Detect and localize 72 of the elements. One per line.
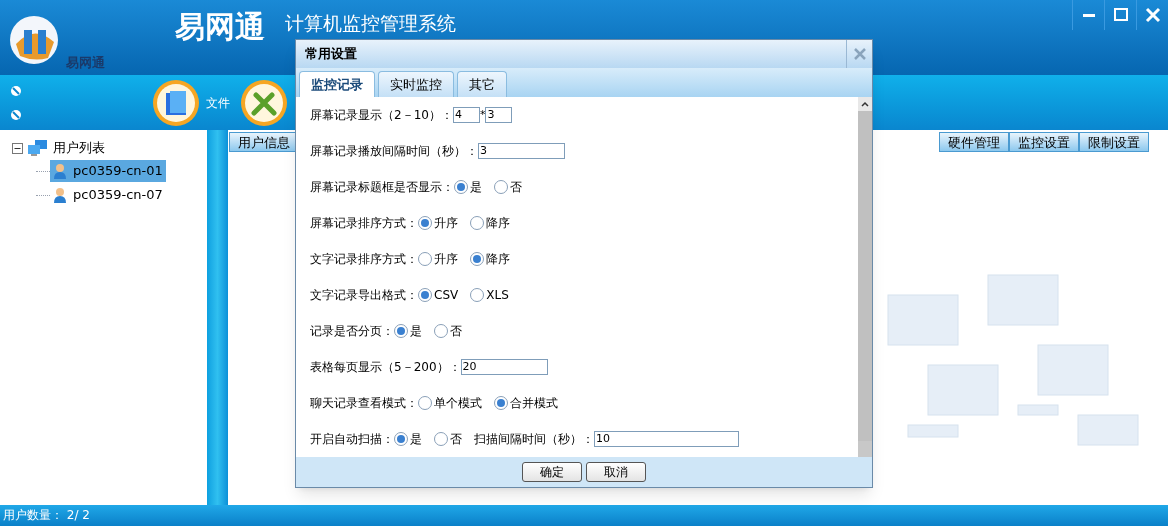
setting-label: 扫描间隔时间（秒）： [474, 431, 594, 448]
option-label: 是 [410, 323, 422, 340]
option-label: 否 [450, 323, 462, 340]
tree-item[interactable]: pc0359-cn-07 [50, 184, 166, 206]
input-field[interactable]: 20 [460, 359, 548, 375]
tab[interactable]: 实时监控 [378, 71, 454, 97]
tab[interactable]: 限制设置 [1079, 132, 1149, 152]
radio-button[interactable] [418, 252, 432, 266]
option-label: 降序 [486, 251, 510, 268]
setting-label: 开启自动扫描： [310, 431, 394, 448]
radio-button[interactable] [418, 288, 432, 302]
user-icon [53, 163, 67, 179]
scroll-up-icon[interactable] [861, 101, 869, 107]
option-label: 否 [510, 179, 522, 196]
setting-label: 记录是否分页： [310, 323, 394, 340]
collapse-toggle[interactable] [12, 142, 23, 154]
status-bar: 用户数量： 2/ 2 [0, 505, 1168, 526]
dialog-button[interactable]: 确定 [522, 462, 582, 482]
radio-button[interactable] [418, 396, 432, 410]
radio-button[interactable] [434, 432, 448, 446]
app-subtitle: 计算机监控管理系统 [285, 14, 456, 33]
option-label: 升序 [434, 215, 458, 232]
input-field[interactable]: 4 [452, 107, 480, 123]
radio-button[interactable] [494, 396, 508, 410]
tab[interactable]: 其它 [457, 71, 507, 97]
radio-button[interactable] [494, 180, 508, 194]
option-label: 升序 [434, 251, 458, 268]
option-label: 合并模式 [510, 395, 558, 412]
option-label: 降序 [486, 215, 510, 232]
radio-button[interactable] [418, 216, 432, 230]
logo-title: 易网通 [175, 12, 265, 42]
times-sign: * [479, 106, 486, 123]
user-icon [53, 187, 67, 203]
setting-label: 屏幕记录播放间隔时间（秒）： [310, 143, 478, 160]
setting-label: 文字记录排序方式： [310, 251, 418, 268]
radio-button[interactable] [454, 180, 468, 194]
option-label: 单个模式 [434, 395, 482, 412]
tree-root-label[interactable]: 用户列表 [53, 138, 105, 158]
radio-button[interactable] [394, 432, 408, 446]
dialog-button[interactable]: 取消 [586, 462, 646, 482]
option-label: 是 [470, 179, 482, 196]
radio-button[interactable] [470, 288, 485, 302]
option-label: CSV [434, 287, 459, 304]
radio-button[interactable] [470, 252, 484, 266]
radio-button[interactable] [394, 324, 408, 338]
network-icon [27, 139, 49, 157]
scrollbar-thumb[interactable] [858, 111, 872, 441]
setting-label: 表格每页显示（5－200）： [310, 359, 461, 376]
logo-caption: 易网通 [66, 56, 105, 69]
setting-label: 屏幕记录排序方式： [310, 215, 418, 232]
pin-icon[interactable] [10, 84, 22, 97]
tab[interactable]: 硬件管理 [939, 132, 1009, 152]
tab[interactable]: 监控记录 [299, 71, 375, 97]
pin-icon[interactable] [10, 108, 22, 121]
input-field[interactable]: 3 [478, 143, 565, 159]
setting-label: 聊天记录查看模式： [310, 395, 418, 412]
dialog-title: 常用设置 [304, 45, 357, 64]
input-field[interactable]: 10 [594, 431, 739, 447]
input-field[interactable]: 3 [485, 107, 513, 123]
setting-label: 屏幕记录显示（2－10）： [310, 107, 453, 124]
option-label: 是 [410, 431, 422, 448]
radio-button[interactable] [434, 324, 448, 338]
tab[interactable]: 监控设置 [1009, 132, 1079, 152]
tree-item[interactable]: pc0359-cn-01 [50, 160, 166, 182]
setting-label: 文字记录导出格式： [310, 287, 418, 304]
option-label: XLS [486, 287, 509, 304]
close-icon[interactable] [853, 48, 866, 60]
option-label: 否 [450, 431, 462, 448]
logo-icon [8, 14, 60, 66]
radio-button[interactable] [470, 216, 484, 230]
setting-label: 屏幕记录标题框是否显示： [310, 179, 454, 196]
folder-icon [152, 78, 200, 127]
